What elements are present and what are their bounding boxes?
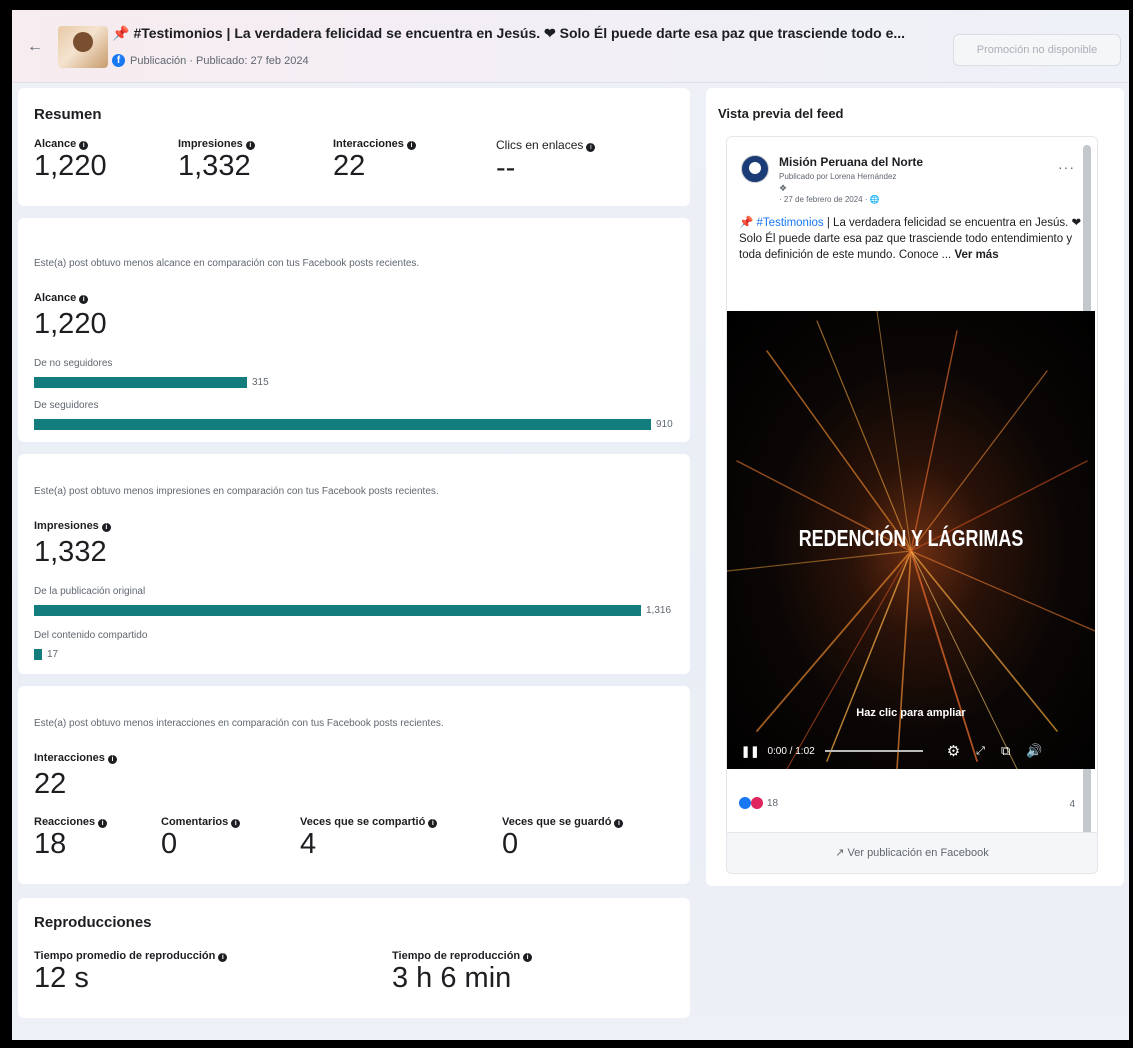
interactions-reactions: Reacciones i 18 <box>34 816 108 861</box>
info-icon[interactable]: i <box>218 953 228 962</box>
summary-metric-link-clicks: Clics en enlaces i -- <box>496 138 596 185</box>
info-icon[interactable]: i <box>406 141 416 150</box>
reach-followers-label: De seguidores <box>34 400 99 411</box>
interactions-saves: Veces que se guardó i 0 <box>502 816 624 861</box>
view-on-facebook-link[interactable]: ↗ Ver publicación en Facebook <box>727 832 1097 873</box>
plays-avg-time: Tiempo promedio de reproducción i 12 s <box>34 950 228 995</box>
interactions-shares: Veces que se compartió i 4 <box>300 816 438 861</box>
video-controls: ❚❚ 0:00 / 1:02 ⚙ ⤢ ⧉ 🔊 <box>727 733 1095 769</box>
interactions-comments: Comentarios i 0 <box>161 816 241 861</box>
impressions-original-bar-row: 1,316 <box>34 604 671 616</box>
shares-count[interactable]: 4 <box>1069 799 1075 810</box>
impressions-shared-bar-row: 17 <box>34 648 58 660</box>
facebook-icon: f <box>112 54 125 67</box>
info-icon[interactable]: i <box>79 295 89 304</box>
promotion-unavailable-button[interactable]: Promoción no disponible <box>953 34 1121 66</box>
reach-nonfollowers-bar-row: 315 <box>34 376 269 388</box>
impressions-shared-value: 17 <box>47 648 59 660</box>
impressions-shared-label: Del contenido compartido <box>34 630 148 641</box>
pin-icon: 📌 <box>739 217 754 229</box>
reach-nonfollowers-bar <box>34 376 247 388</box>
enlarge-hint[interactable]: Haz clic para ampliar <box>727 707 1095 719</box>
pause-icon[interactable]: ❚❚ <box>741 745 759 758</box>
reach-followers-bar-row: 910 <box>34 418 673 430</box>
post-text: 📌 #Testimonios | La verdadera felicidad … <box>739 215 1084 263</box>
page-name[interactable]: Misión Peruana del Norte <box>779 155 923 169</box>
impressions-original-label: De la publicación original <box>34 586 146 597</box>
see-more-link[interactable]: Ver más <box>954 249 998 261</box>
interactions-comparison-note: Este(a) post obtuvo menos interacciones … <box>34 718 444 729</box>
settings-gear-icon[interactable]: ⚙ <box>947 742 960 760</box>
feed-preview-card: Vista previa del feed Misión Peruana del… <box>706 88 1124 886</box>
video-time: 0:00 / 1:02 <box>767 745 815 757</box>
info-icon[interactable]: i <box>614 819 624 828</box>
video-title: REDENCIÓN Y LÁGRIMAS <box>798 525 1024 551</box>
interactions-card: Este(a) post obtuvo menos interacciones … <box>18 686 690 884</box>
volume-icon[interactable]: 🔊 <box>1026 743 1042 759</box>
plays-title: Reproducciones <box>34 914 152 931</box>
info-icon[interactable]: i <box>107 755 117 764</box>
reach-value: 1,220 <box>34 308 107 340</box>
like-icon <box>739 797 751 809</box>
summary-title: Resumen <box>34 106 102 123</box>
fullscreen-icon[interactable]: ⤢ <box>976 745 985 758</box>
impressions-label: Impresiones <box>34 520 99 532</box>
post-date: 27 de febrero de 2024 <box>783 195 863 204</box>
page-avatar[interactable] <box>741 155 769 183</box>
reactions-count: 18 <box>767 797 779 809</box>
post-hashtag[interactable]: #Testimonios <box>757 217 824 229</box>
summary-metric-reach: Alcance i 1,220 <box>34 138 107 182</box>
post-thumbnail <box>58 26 108 68</box>
interactions-label: Interacciones <box>34 752 105 764</box>
info-icon[interactable]: i <box>79 141 89 150</box>
more-options-icon[interactable]: ··· <box>1058 159 1075 175</box>
impressions-original-bar <box>34 604 641 616</box>
interactions-value: 22 <box>34 768 67 800</box>
impressions-comparison-note: Este(a) post obtuvo menos impresiones en… <box>34 486 439 497</box>
reach-comparison-note: Este(a) post obtuvo menos alcance en com… <box>34 258 420 269</box>
info-icon[interactable]: i <box>586 143 596 152</box>
post-header: ← 📌 #Testimonios | La verdadera felicidad… <box>12 10 1129 83</box>
feed-preview-title: Vista previa del feed <box>718 106 844 121</box>
reactions-summary[interactable]: 18 <box>739 797 778 809</box>
impressions-value: 1,332 <box>34 536 107 568</box>
impressions-original-value: 1,316 <box>646 604 672 616</box>
info-icon[interactable]: i <box>245 141 255 150</box>
summary-metric-interactions: Interacciones i 22 <box>333 138 416 183</box>
video-player[interactable]: REDENCIÓN Y LÁGRIMAS Haz clic para ampli… <box>727 311 1095 769</box>
external-link-icon: ↗ <box>835 847 845 859</box>
post-subtitle: Publicación · Publicado: 27 feb 2024 <box>130 54 309 67</box>
back-arrow-icon[interactable]: ← <box>26 38 44 56</box>
info-icon[interactable]: i <box>428 819 438 828</box>
summary-metric-impressions: Impresiones i 1,332 <box>178 138 255 183</box>
reach-label: Alcance <box>34 292 77 304</box>
impressions-card: Este(a) post obtuvo menos impresiones en… <box>18 454 690 674</box>
reach-followers-bar <box>34 418 651 430</box>
post-preview: Misión Peruana del Norte Publicado por L… <box>726 136 1098 874</box>
post-title: #Testimonios | La verdadera felicidad se… <box>133 25 906 41</box>
published-by: Publicado por Lorena Hernández <box>779 172 897 181</box>
info-icon[interactable]: i <box>231 819 241 828</box>
reach-followers-value: 910 <box>656 418 673 430</box>
summary-card: Resumen Alcance i 1,220 Impresiones i 1,33… <box>18 88 690 206</box>
plays-total-time: Tiempo de reproducción i 3 h 6 min <box>392 950 533 995</box>
video-progress-bar[interactable] <box>824 750 923 752</box>
insights-window: ← 📌 #Testimonios | La verdadera felicidad… <box>12 10 1129 1040</box>
info-icon[interactable]: i <box>98 819 108 828</box>
impressions-shared-bar <box>34 648 42 660</box>
info-icon[interactable]: i <box>101 523 111 532</box>
info-icon[interactable]: ❖ <box>779 183 787 194</box>
plays-card: Reproducciones Tiempo promedio de reprod… <box>18 898 690 1018</box>
pin-icon: 📌 <box>112 25 130 41</box>
reach-nonfollowers-label: De no seguidores <box>34 358 113 369</box>
globe-icon: 🌐 <box>869 195 880 204</box>
info-icon[interactable]: i <box>523 953 533 962</box>
picture-in-picture-icon[interactable]: ⧉ <box>1001 743 1010 759</box>
reach-card: Este(a) post obtuvo menos alcance en com… <box>18 218 690 442</box>
reach-nonfollowers-value: 315 <box>252 376 269 388</box>
love-icon <box>751 797 763 809</box>
